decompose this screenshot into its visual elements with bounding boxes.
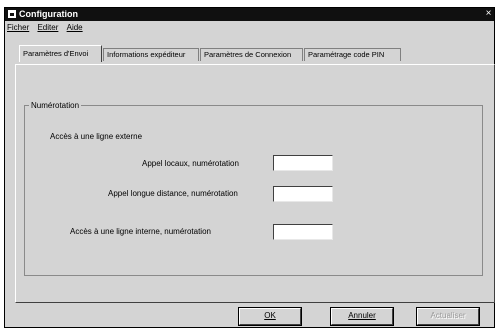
tab-label: Paramétrage code PIN bbox=[308, 50, 385, 59]
tab-label: Paramètres d'Envoi bbox=[23, 49, 89, 58]
tab-parametres-connexion[interactable]: Paramètres de Connexion bbox=[200, 48, 303, 61]
ok-button-label: OK bbox=[264, 311, 276, 320]
title-bar[interactable]: Configuration × bbox=[5, 8, 494, 21]
ok-button[interactable]: OK bbox=[238, 307, 302, 326]
tab-parametres-envoi[interactable]: Paramètres d'Envoi bbox=[19, 45, 102, 62]
menu-bar: Ficher Editer Aide bbox=[7, 22, 89, 34]
internal-line-label: Accès à une ligne interne, numérotation bbox=[70, 227, 211, 236]
update-button-label: Actualiser bbox=[430, 311, 466, 320]
window-title: Configuration bbox=[19, 9, 78, 19]
external-line-heading: Accès à une ligne externe bbox=[50, 132, 143, 141]
menu-editer[interactable]: Editer bbox=[37, 22, 58, 34]
internal-line-input[interactable] bbox=[273, 224, 333, 240]
cancel-button[interactable]: Annuler bbox=[330, 307, 394, 326]
tab-label: Informations expéditeur bbox=[107, 50, 186, 59]
tab-informations-expediteur[interactable]: Informations expéditeur bbox=[103, 48, 199, 61]
local-call-input[interactable] bbox=[273, 155, 333, 171]
numerotation-group: Numérotation Accès à une ligne externe A… bbox=[24, 100, 483, 276]
menu-aide[interactable]: Aide bbox=[67, 22, 83, 34]
group-title: Numérotation bbox=[29, 100, 82, 111]
update-button[interactable]: Actualiser bbox=[416, 307, 480, 326]
menu-editer-label: Editer bbox=[37, 23, 59, 32]
configuration-window: Configuration × Ficher Editer Aide Param… bbox=[4, 7, 495, 328]
menu-ficher[interactable]: Ficher bbox=[7, 22, 29, 34]
cancel-button-label: Annuler bbox=[348, 311, 376, 320]
long-distance-label: Appel longue distance, numérotation bbox=[108, 189, 238, 198]
local-call-label: Appel locaux, numérotation bbox=[142, 159, 239, 168]
menu-ficher-label: Ficher bbox=[7, 23, 30, 32]
tab-label: Paramètres de Connexion bbox=[204, 50, 292, 59]
tab-parametrage-pin[interactable]: Paramétrage code PIN bbox=[304, 48, 401, 61]
app-icon bbox=[8, 10, 16, 18]
close-icon[interactable]: × bbox=[484, 8, 493, 19]
long-distance-input[interactable] bbox=[273, 186, 333, 202]
menu-aide-label: Aide bbox=[66, 23, 83, 32]
tab-panel: Numérotation Accès à une ligne externe A… bbox=[15, 64, 495, 303]
